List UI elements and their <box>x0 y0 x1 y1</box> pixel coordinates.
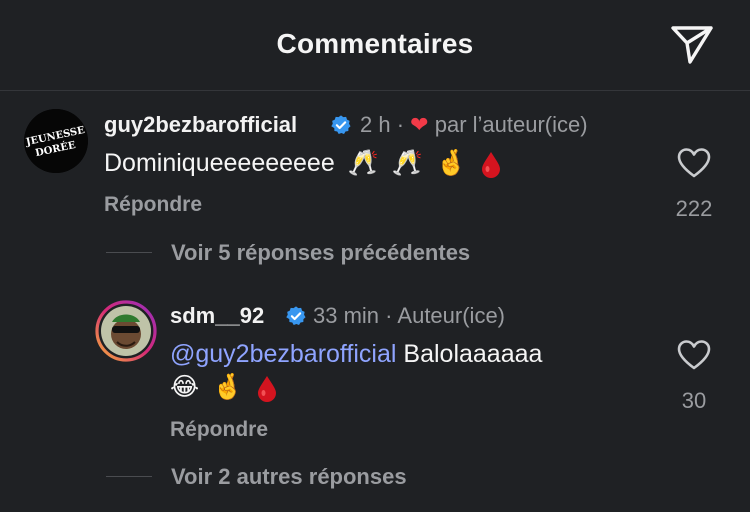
verified-badge-icon <box>286 306 306 325</box>
heart-like-icon[interactable] <box>677 339 711 371</box>
like-count: 222 <box>675 196 713 221</box>
champagne-emoji-icon: 🥂 <box>391 148 423 177</box>
send-icon[interactable] <box>668 22 716 66</box>
crossed-fingers-emoji-icon: 🤞 <box>435 148 468 177</box>
liked-by-author-label: par l’auteur(ice) <box>434 112 588 137</box>
reply-button[interactable]: Répondre <box>104 193 202 217</box>
heart-like-icon[interactable] <box>677 147 711 179</box>
view-previous-replies-button[interactable]: Voir 5 réponses précédentes <box>171 240 470 266</box>
verified-badge-icon <box>331 115 351 134</box>
reply-username[interactable]: sdm__92 <box>170 303 264 329</box>
mention-link[interactable]: @guy2bezbarofficial <box>170 340 396 368</box>
avatar[interactable]: JEUNESSE DORÉE <box>24 109 88 173</box>
avatar-logo: JEUNESSE DORÉE <box>24 109 88 173</box>
laughing-emoji-icon: 😂 <box>170 372 200 401</box>
avatar-story-ring <box>95 300 157 362</box>
header: Commentaires <box>0 0 750 91</box>
reply-text: Balolaaaaaa <box>403 340 543 368</box>
author-tag: Auteur(ice) <box>397 303 505 328</box>
reply-text-row: @guy2bezbarofficial Balolaaaaaa <box>170 340 542 369</box>
page-title: Commentaires <box>276 28 474 59</box>
meta-separator: · <box>396 112 411 137</box>
view-more-replies-button[interactable]: Voir 2 autres réponses <box>171 464 407 490</box>
avatar[interactable] <box>95 300 157 362</box>
reply-button[interactable]: Répondre <box>170 418 268 442</box>
reply-time: 33 min <box>313 303 380 328</box>
thread-divider <box>106 252 152 253</box>
like-count: 30 <box>681 388 707 413</box>
meta-separator: · <box>385 303 398 328</box>
comment-text-row: Dominiqueeeeeeeee 🥂 🥂 🤞 <box>104 148 502 179</box>
crossed-fingers-emoji-icon: 🤞 <box>212 372 244 401</box>
blood-drop-emoji-icon <box>481 152 500 179</box>
comment-text: Dominiqueeeeeeeee <box>104 149 335 177</box>
liked-by-author-heart-icon: ❤ <box>410 112 429 137</box>
blood-drop-emoji-icon <box>258 376 277 403</box>
comment-username[interactable]: guy2bezbarofficial <box>104 112 297 138</box>
reply-meta: 33 min · Auteur(ice) <box>313 303 505 329</box>
thread-divider <box>106 476 152 477</box>
comment-meta: 2 h · ❤ par l’auteur(ice) <box>360 112 588 138</box>
comment-time: 2 h <box>360 112 391 137</box>
champagne-emoji-icon: 🥂 <box>347 148 379 177</box>
reply-emoji-row: 😂 🤞 <box>164 372 278 403</box>
